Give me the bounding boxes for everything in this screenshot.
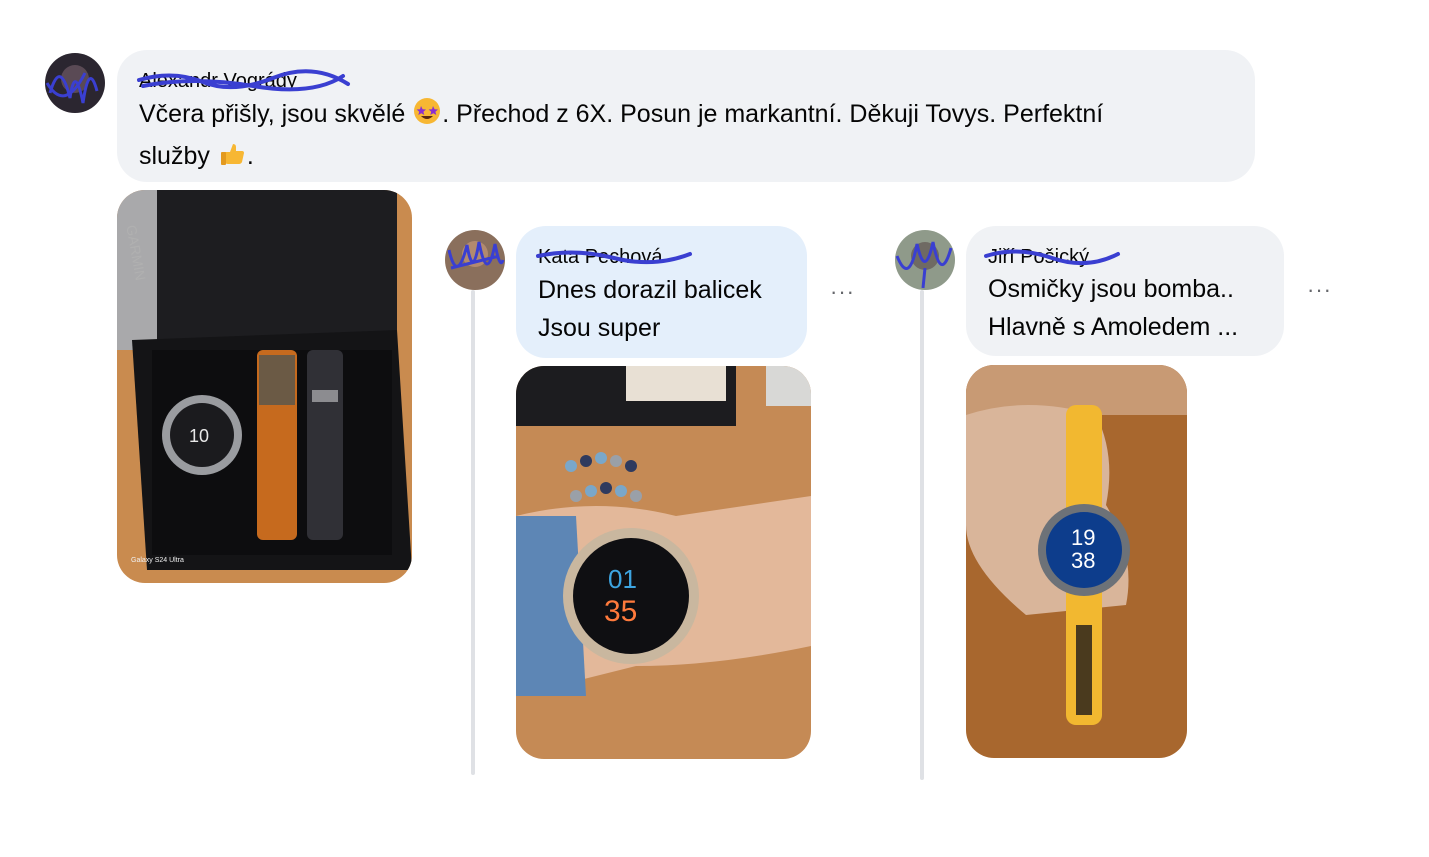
reply2-name-scribble bbox=[984, 249, 1120, 266]
reply1-thread-line bbox=[471, 290, 475, 775]
svg-text:10: 10 bbox=[189, 426, 209, 446]
reply2-thread-line bbox=[920, 290, 924, 780]
reply1-watch-top-digits: 01 bbox=[608, 564, 637, 594]
star-struck-emoji-icon bbox=[412, 96, 442, 137]
main-comment-text-part4: . bbox=[246, 142, 254, 170]
reply1-watch-digits: 35 bbox=[604, 595, 637, 628]
main-comment-bubble: Alexandr Vogrády Včera přišly, jsou skvě… bbox=[117, 50, 1255, 182]
reply1-more-options-button[interactable]: ··· bbox=[830, 281, 855, 303]
main-comment-text-part1: Včera přišly, jsou skvělé bbox=[139, 100, 406, 128]
main-comment-text-part3: služby bbox=[139, 142, 210, 170]
main-comment-photo-watch-box[interactable]: GARMIN 10 Galaxy S24 Ultra bbox=[117, 190, 412, 583]
avatar-reply2-author[interactable] bbox=[895, 230, 955, 290]
reply1-text: Dnes dorazil balicek Jsou super bbox=[538, 271, 808, 347]
photo-device-caption: Galaxy S24 Ultra bbox=[131, 557, 184, 564]
reply2-bubble: Jiří Pošický Osmičky jsou bomba.. Hlavně… bbox=[966, 226, 1284, 356]
main-comment-text: Včera přišly, jsou skvělé . Přechod z 6X… bbox=[139, 95, 1239, 179]
reply2-text: Osmičky jsou bomba.. Hlavně s Amoledem .… bbox=[988, 270, 1284, 346]
reply2-watch-min: 38 bbox=[1071, 548, 1095, 573]
reply2-line1: Osmičky jsou bomba.. bbox=[988, 275, 1234, 303]
reply1-photo-watch-on-wrist[interactable]: 01 35 bbox=[516, 366, 811, 759]
thumbs-up-emoji-icon bbox=[217, 138, 247, 179]
reply2-more-options-button[interactable]: ··· bbox=[1307, 279, 1332, 301]
reply2-line2: Hlavně s Amoledem ... bbox=[988, 313, 1239, 341]
reply1-line2: Jsou super bbox=[538, 314, 661, 342]
main-comment-text-part2: . Přechod z 6X. Posun je markantní. Děku… bbox=[442, 100, 1104, 128]
reply2-photo-watch-in-hand[interactable]: 19 38 bbox=[966, 365, 1187, 758]
reply2-watch-hour: 19 bbox=[1071, 525, 1095, 550]
author-name-scribble bbox=[137, 69, 350, 92]
avatar-main-author[interactable] bbox=[45, 53, 105, 113]
reply1-bubble: Kata Pechová Dnes dorazil balicek Jsou s… bbox=[516, 226, 807, 358]
reply1-line1: Dnes dorazil balicek bbox=[538, 276, 762, 304]
reply1-name-scribble bbox=[536, 250, 692, 265]
avatar-reply1-author[interactable] bbox=[445, 230, 505, 290]
